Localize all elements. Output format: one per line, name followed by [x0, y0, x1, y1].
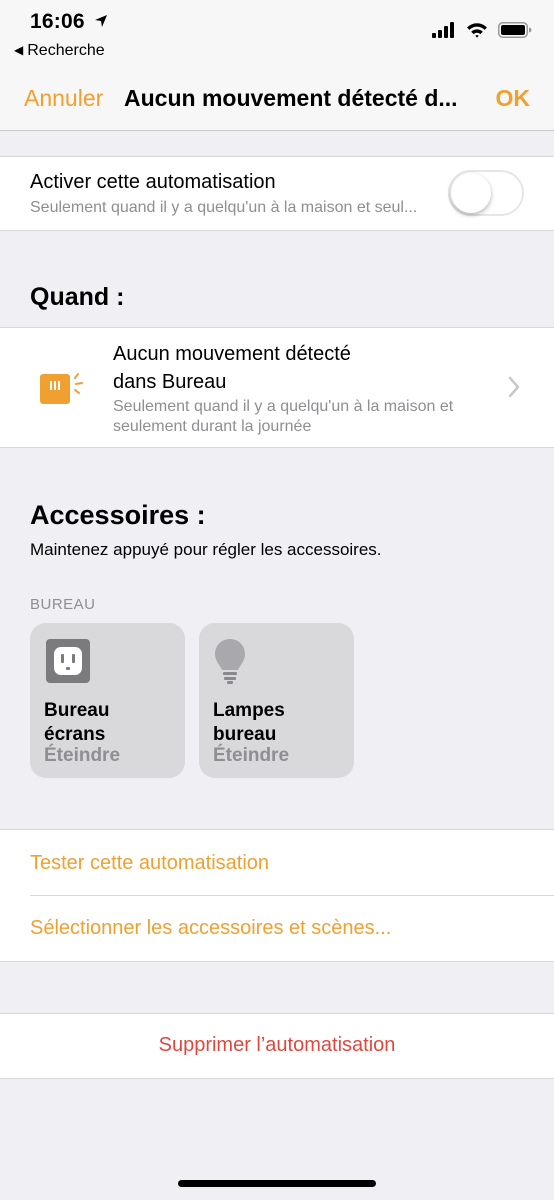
home-indicator[interactable] — [178, 1180, 376, 1187]
accessory-name-line2: bureau — [213, 724, 277, 745]
motion-sensor-icon — [40, 373, 83, 404]
trigger-subtitle: Seulement quand il y a quelqu'un à la ma… — [113, 398, 454, 435]
battery-icon — [498, 22, 532, 38]
actions-group: Tester cette automatisation Sélectionner… — [0, 829, 554, 962]
enable-automation-toggle[interactable] — [448, 170, 524, 216]
accessory-tile-lampes-bureau[interactable]: Lampes bureau Éteindre — [199, 623, 354, 778]
divider — [30, 895, 554, 896]
trigger-title: Aucun mouvement détecté dans Bureau — [113, 340, 493, 396]
accessory-state: Éteindre — [44, 745, 121, 766]
trigger-title-line1: Aucun mouvement détecté — [113, 343, 351, 365]
toggle-knob — [451, 173, 491, 213]
cancel-button[interactable]: Annuler — [24, 85, 103, 112]
enable-automation-label: Activer cette automatisation — [30, 171, 276, 193]
accessory-tile-bureau-ecrans[interactable]: Bureau écrans Éteindre — [30, 623, 185, 778]
outlet-icon — [46, 639, 90, 683]
signal-icon — [432, 22, 454, 38]
accessories-hint: Maintenez appuyé pour régler les accesso… — [30, 540, 382, 559]
page-title: Aucun mouvement détecté d... — [124, 85, 458, 111]
back-to-app-link[interactable]: ◀ Recherche — [14, 42, 105, 60]
accessory-name-line1: Bureau — [44, 700, 110, 721]
enable-automation-row: Activer cette automatisation Seulement q… — [0, 156, 554, 231]
back-app-label: Recherche — [27, 42, 105, 59]
ok-button[interactable]: OK — [496, 85, 531, 112]
accessory-name: Bureau écrans — [44, 699, 174, 747]
accessory-name-line1: Lampes — [213, 700, 285, 721]
delete-automation-button[interactable]: Supprimer l’automatisation — [0, 1034, 554, 1057]
navigation-bar: Annuler Aucun mouvement détecté d... OK — [0, 66, 554, 131]
enable-automation-subtitle: Seulement quand il y a quelqu'un à la ma… — [30, 199, 418, 216]
accessory-name-line2: écrans — [44, 724, 106, 745]
lightbulb-icon — [215, 639, 245, 684]
wifi-icon — [467, 23, 487, 38]
chevron-right-icon — [508, 376, 520, 398]
accessories-heading: Accessoires : — [30, 500, 206, 530]
delete-group: Supprimer l’automatisation — [0, 1013, 554, 1079]
back-triangle-icon: ◀ — [14, 43, 24, 57]
accessory-state: Éteindre — [213, 745, 290, 766]
select-accessories-button[interactable]: Sélectionner les accessoires et scènes..… — [30, 917, 391, 940]
status-icons — [432, 22, 532, 38]
when-heading: Quand : — [30, 283, 125, 311]
accessory-name: Lampes bureau — [213, 699, 343, 747]
status-bar: 16:06 ◀ Recherche — [0, 0, 554, 66]
trigger-title-line2: dans Bureau — [113, 371, 227, 393]
status-time: 16:06 — [30, 10, 85, 33]
location-arrow-icon — [95, 15, 107, 27]
room-section-label: BUREAU — [30, 596, 96, 613]
trigger-row[interactable]: Aucun mouvement détecté dans Bureau Seul… — [0, 327, 554, 448]
test-automation-button[interactable]: Tester cette automatisation — [30, 852, 269, 875]
